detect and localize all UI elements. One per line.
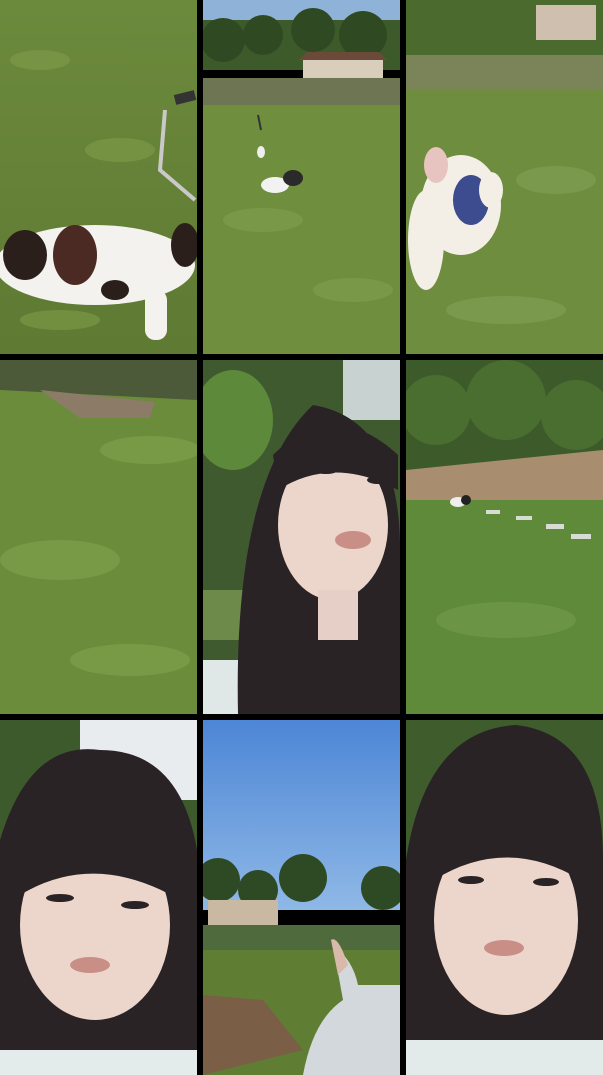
selfie-photo xyxy=(0,720,197,1075)
photo-tile-grass-slope[interactable] xyxy=(0,360,197,714)
photo-tile-woman-selfie-close[interactable] xyxy=(406,720,603,1075)
photo-tile-grass-bulldog[interactable] xyxy=(0,0,197,354)
woman-portrait-photo xyxy=(203,360,400,714)
selfie-close-photo xyxy=(406,720,603,1075)
sky-village-photo xyxy=(203,720,400,1075)
stepping-stones-photo xyxy=(406,360,603,714)
grass-slope-photo xyxy=(0,360,197,714)
photo-tile-lawn-stepping-stones[interactable] xyxy=(406,360,603,714)
photo-tile-lawn-dogs-house[interactable] xyxy=(203,0,400,354)
photo-collage-grid xyxy=(0,0,603,1075)
photo-tile-white-dog[interactable] xyxy=(406,0,603,354)
photo-tile-woman-looking-up[interactable] xyxy=(203,360,400,714)
lawn-dogs-photo xyxy=(203,0,400,354)
white-dog-photo xyxy=(406,0,603,354)
photo-tile-woman-selfie[interactable] xyxy=(0,720,197,1075)
bulldog-photo xyxy=(0,0,197,354)
photo-tile-sky-village[interactable] xyxy=(203,720,400,1075)
